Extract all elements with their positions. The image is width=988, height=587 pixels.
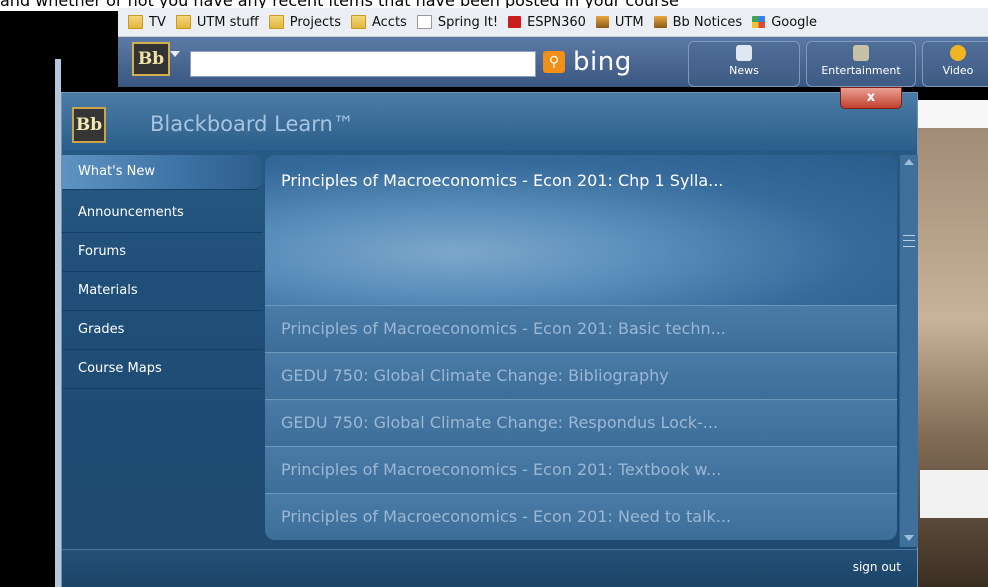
espn-icon <box>508 16 522 28</box>
list-item[interactable]: GEDU 750: Global Climate Change: Respond… <box>265 399 897 446</box>
google-icon <box>752 16 766 28</box>
search-icon[interactable]: ⚲ <box>543 51 565 73</box>
nav-item-whats-new[interactable]: What's New <box>62 155 262 190</box>
list-item[interactable]: Principles of Macroeconomics - Econ 201:… <box>265 305 897 352</box>
bb-toolbar-logo[interactable]: Bb <box>132 42 170 76</box>
nav-item-materials[interactable]: Materials <box>62 272 262 311</box>
folder-icon <box>175 15 191 29</box>
recent-items-list: Principles of Macroeconomics - Econ 201:… <box>265 305 897 540</box>
list-item[interactable]: Principles of Macroeconomics - Econ 201:… <box>265 493 897 540</box>
folder-icon <box>350 15 366 29</box>
whats-new-content: Principles of Macroeconomics - Econ 201:… <box>265 155 918 547</box>
browser-toolbar: Bb ⚲ bing News Entertainment Video <box>118 37 988 87</box>
scroll-down-icon[interactable] <box>904 535 914 541</box>
scrollbar[interactable] <box>899 155 918 547</box>
bookmark-label: Bb Notices <box>672 14 743 30</box>
scroll-thumb[interactable] <box>903 235 915 247</box>
bookmark-label: ESPN360 <box>527 14 586 30</box>
bookmark-utm-stuff[interactable]: UTM stuff <box>175 14 259 30</box>
bb-logo: Bb <box>72 107 106 143</box>
bb-footer: sign out <box>62 549 917 587</box>
bookmark-bb-notices[interactable]: Bb Notices <box>653 14 743 30</box>
bookmark-label: UTM <box>614 14 644 30</box>
bookmark-label: Projects <box>289 14 341 30</box>
video-button[interactable]: Video <box>922 41 988 87</box>
bookmark-label: Accts <box>371 14 407 30</box>
bookmark-espn360[interactable]: ESPN360 <box>508 15 586 30</box>
nav-item-grades[interactable]: Grades <box>62 311 262 350</box>
featured-item[interactable]: Principles of Macroeconomics - Econ 201:… <box>265 155 897 305</box>
bookmark-utm[interactable]: UTM <box>595 14 644 30</box>
nav-item-course-maps[interactable]: Course Maps <box>62 350 262 389</box>
bookmark-label: Spring It! <box>437 14 499 30</box>
utm-icon <box>595 16 609 28</box>
search-input[interactable] <box>190 51 536 77</box>
entertainment-button[interactable]: Entertainment <box>806 41 916 87</box>
bookmark-label: Google <box>771 14 818 30</box>
bookmarks-bar: TV UTM stuff Projects Accts Spring It! E… <box>118 8 988 37</box>
list-item[interactable]: GEDU 750: Global Climate Change: Bibliog… <box>265 352 897 399</box>
scroll-up-icon[interactable] <box>904 159 914 165</box>
entertainment-label: Entertainment <box>821 64 901 77</box>
list-item[interactable]: Principles of Macroeconomics - Econ 201:… <box>265 446 897 493</box>
featured-item-title: Principles of Macroeconomics - Econ 201:… <box>281 171 724 190</box>
chevron-down-icon[interactable] <box>170 51 180 57</box>
video-icon <box>950 45 966 61</box>
bb-header: Bb Blackboard Learn™ x <box>62 87 917 151</box>
folder-icon <box>128 15 143 29</box>
bookmark-label: UTM stuff <box>196 14 259 30</box>
bing-logo: bing <box>573 47 632 77</box>
page-icon <box>416 15 432 29</box>
news-label: News <box>729 64 759 77</box>
utm-icon <box>653 16 667 28</box>
bookmark-tv[interactable]: TV <box>128 15 166 30</box>
bookmark-accts[interactable]: Accts <box>350 14 407 30</box>
background-window-strip <box>920 470 988 518</box>
sign-out-link[interactable]: sign out <box>853 560 901 574</box>
entertainment-icon <box>853 45 869 61</box>
bookmark-spring-it[interactable]: Spring It! <box>416 14 499 30</box>
bookmark-projects[interactable]: Projects <box>268 14 341 30</box>
nav-item-forums[interactable]: Forums <box>62 233 262 272</box>
bb-title: Blackboard Learn™ <box>150 112 354 136</box>
nav-item-announcements[interactable]: Announcements <box>62 194 262 233</box>
news-button[interactable]: News <box>688 41 800 87</box>
background-window-strip <box>918 100 988 128</box>
news-icon <box>736 45 752 61</box>
blackboard-learn-window: Bb Blackboard Learn™ x What's New Announ… <box>61 87 918 587</box>
bb-nav: What's New Announcements Forums Material… <box>62 155 262 389</box>
bookmark-label: TV <box>149 14 166 30</box>
bookmark-google[interactable]: Google <box>752 15 817 30</box>
video-label: Video <box>942 64 974 77</box>
folder-icon <box>268 15 284 29</box>
close-button[interactable]: x <box>840 87 902 109</box>
